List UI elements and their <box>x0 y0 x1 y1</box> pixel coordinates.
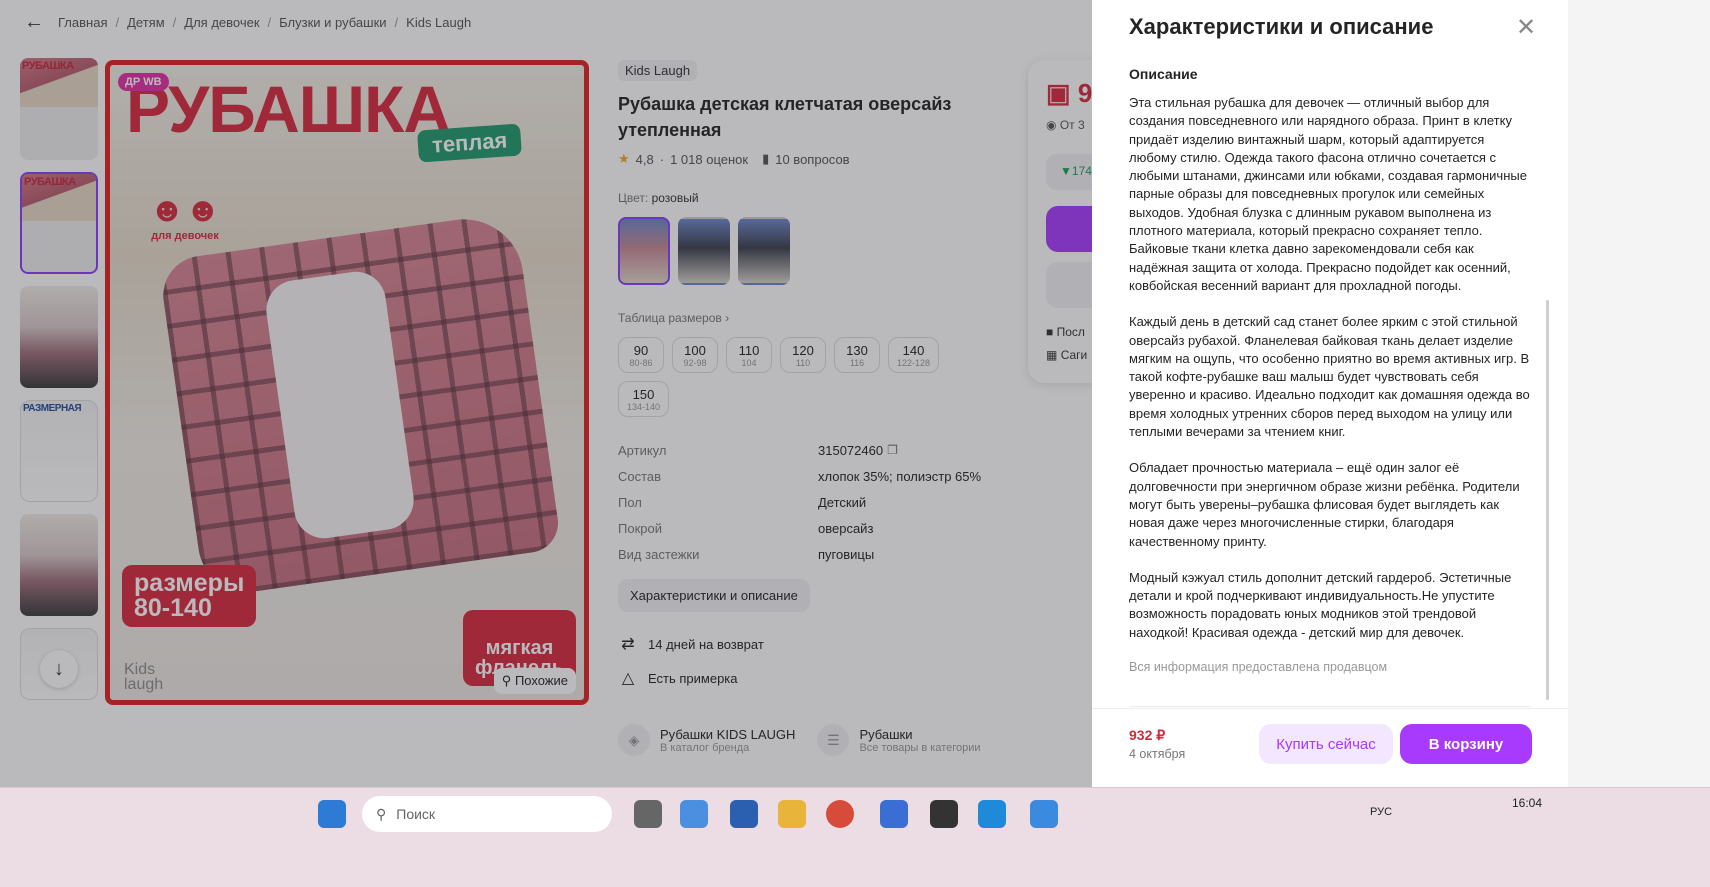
language-indicator[interactable]: РУС <box>1370 806 1392 818</box>
panel-title: Характеристики и описание <box>1129 14 1434 39</box>
panel-body[interactable]: Описание Эта стильная рубашка для девоче… <box>1129 66 1531 692</box>
description-heading: Описание <box>1129 66 1198 82</box>
vscode-icon[interactable] <box>978 800 1006 828</box>
modal-backdrop[interactable] <box>0 0 1092 787</box>
app-icon[interactable] <box>880 800 908 828</box>
description-paragraph: Каждый день в детский сад станет более я… <box>1129 314 1530 440</box>
panel-footer: 932 ₽ 4 октября Купить сейчас В корзину <box>1092 708 1568 787</box>
app-icon[interactable] <box>1030 800 1058 828</box>
description-paragraph: Обладает прочностью материала – ещё один… <box>1129 460 1520 549</box>
footer-delivery-date: 4 октября <box>1129 747 1186 761</box>
description-paragraph: Эта стильная рубашка для девочек — отлич… <box>1129 95 1527 293</box>
divider <box>1129 706 1531 707</box>
taskbar: ⚲ Поиск РУС 16:04 <box>0 787 1710 887</box>
chrome-icon[interactable] <box>826 800 854 828</box>
terminal-icon[interactable] <box>930 800 958 828</box>
windows-start-icon[interactable] <box>318 800 346 828</box>
explorer-icon[interactable] <box>778 800 806 828</box>
add-to-cart-button[interactable]: В корзину <box>1400 724 1532 764</box>
clock[interactable]: 16:04 <box>1512 796 1542 810</box>
footer-price: 932 ₽ <box>1129 727 1166 743</box>
description-footnote: Вся информация предоставлена продавцом <box>1129 660 1388 675</box>
scrollbar[interactable] <box>1546 300 1549 700</box>
browser-margin <box>1568 0 1710 787</box>
store-icon[interactable] <box>730 800 758 828</box>
characteristics-panel: Характеристики и описание ✕ Описание Эта… <box>1092 0 1568 787</box>
copilot-icon[interactable] <box>680 800 708 828</box>
taskbar-search[interactable]: ⚲ Поиск <box>362 796 612 832</box>
search-icon: ⚲ <box>376 805 387 822</box>
task-view-icon[interactable] <box>634 800 662 828</box>
search-placeholder: Поиск <box>396 806 436 822</box>
buy-now-button[interactable]: Купить сейчас <box>1259 724 1393 764</box>
close-icon[interactable]: ✕ <box>1512 14 1540 42</box>
description-paragraph: Модный кэжуал стиль дополнит детский гар… <box>1129 569 1512 640</box>
